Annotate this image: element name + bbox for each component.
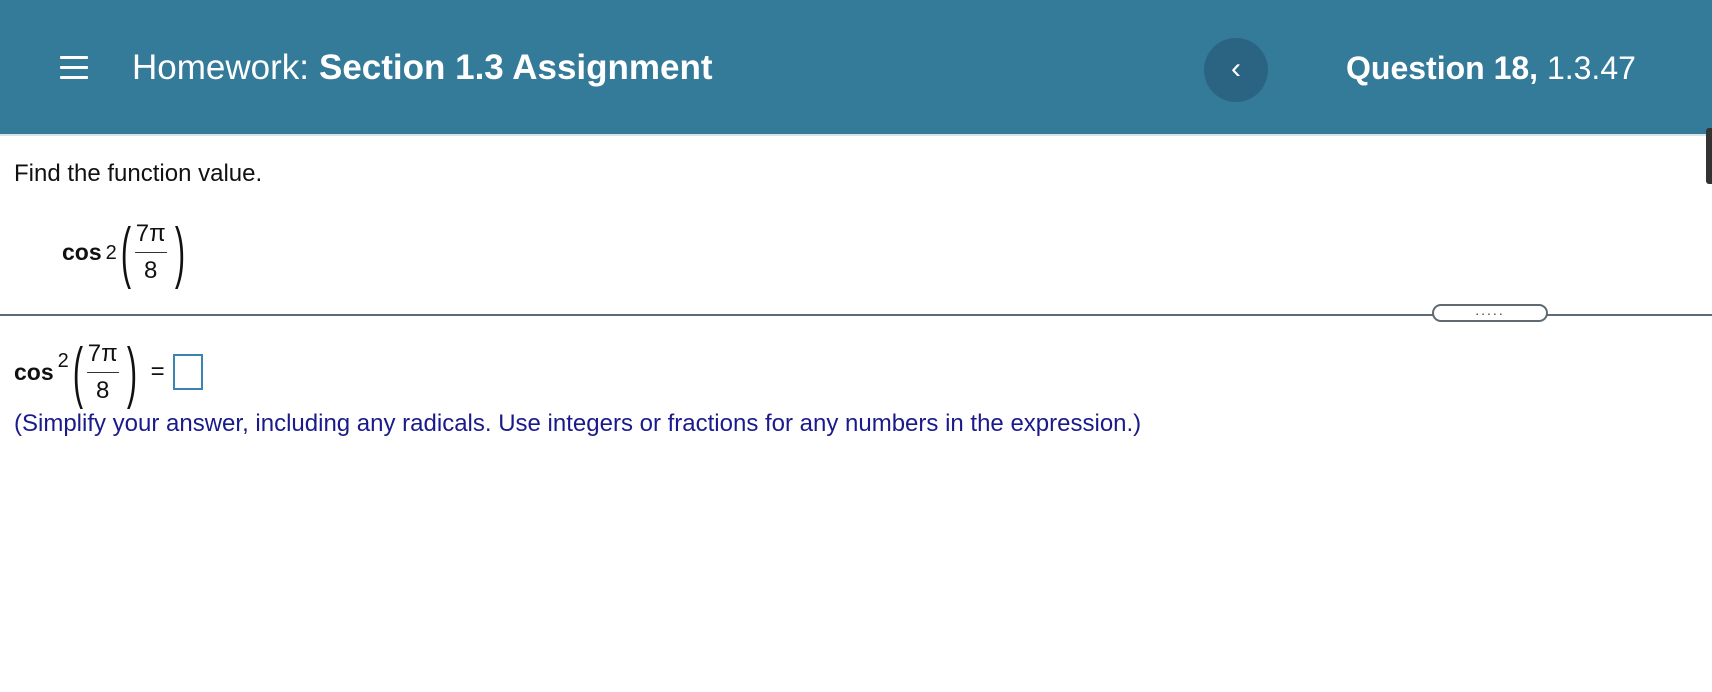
chevron-left-icon: ‹	[1231, 52, 1241, 85]
function-name: cos	[62, 238, 102, 265]
fraction: 7π 8	[133, 220, 169, 285]
fraction-numerator: 7π	[135, 219, 166, 247]
answer-expression: cos 2 ( 7π 8 ) =	[14, 338, 203, 406]
right-paren: )	[174, 214, 185, 290]
left-paren: (	[120, 214, 131, 290]
question-expression: cos 2 ( 7π 8 )	[62, 218, 185, 286]
header-bar: Homework: Section 1.3 Assignment ‹ Questi…	[0, 0, 1712, 136]
section-title: Section 1.3 Assignment	[318, 48, 713, 87]
expand-handle[interactable]: .....	[1432, 303, 1548, 322]
question-instruction: Find the function value.	[14, 160, 263, 187]
function-exponent: 2	[57, 350, 69, 372]
question-number: Question 18,	[1346, 50, 1539, 86]
side-panel-tab[interactable]	[1706, 128, 1712, 184]
fraction-bar	[134, 251, 167, 253]
fraction: 7π 8	[85, 340, 121, 405]
fraction-denominator: 8	[144, 256, 158, 284]
previous-question-button[interactable]: ‹	[1204, 38, 1268, 102]
hamburger-menu-icon[interactable]	[60, 56, 88, 80]
right-paren: )	[126, 334, 137, 410]
left-paren: (	[72, 334, 83, 410]
fraction-bar	[86, 371, 119, 373]
fraction-numerator: 7π	[87, 339, 118, 367]
question-indicator: Question 18, 1.3.47	[1346, 50, 1636, 87]
question-id: 1.3.47	[1546, 50, 1636, 86]
equals-sign: =	[150, 358, 165, 385]
function-name: cos	[14, 358, 54, 385]
function-exponent: 2	[105, 242, 117, 264]
answer-input[interactable]	[172, 354, 203, 390]
homework-label: Homework:	[132, 48, 309, 87]
answer-hint: (Simplify your answer, including any rad…	[14, 410, 1142, 437]
homework-title: Homework: Section 1.3 Assignment	[132, 48, 713, 88]
fraction-denominator: 8	[96, 376, 110, 404]
